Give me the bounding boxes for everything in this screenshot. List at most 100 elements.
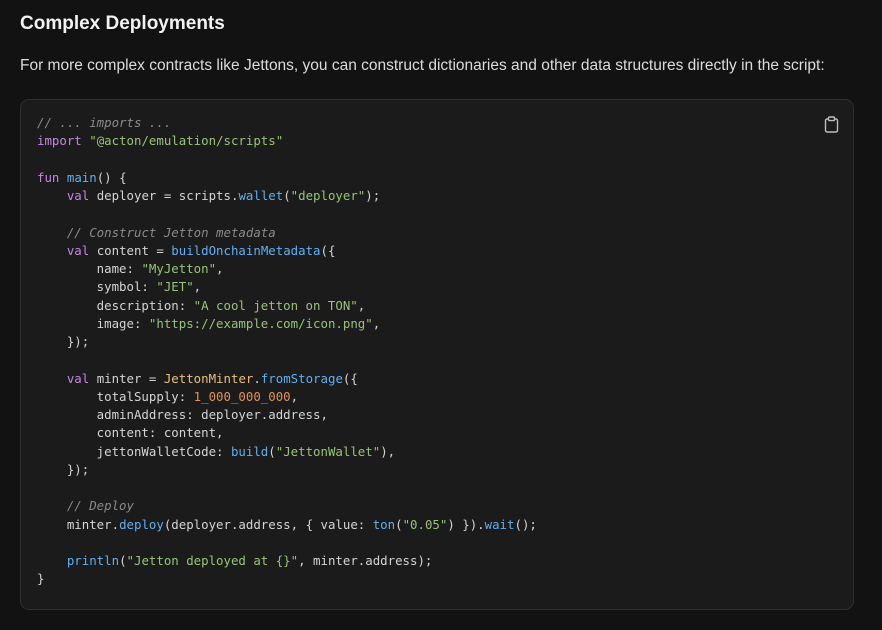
code-token-string: "MyJetton" [141, 261, 217, 276]
code-token-plain: }); [37, 461, 90, 477]
code-token-plain: , [193, 279, 202, 295]
code-line: adminAddress: deployer.address, [37, 406, 537, 424]
code-token-number: 1_000_000_000 [193, 388, 291, 404]
code-token-comment: // Deploy [66, 498, 134, 514]
code-token-plain: symbol: [37, 279, 157, 295]
section-intro: For more complex contracts like Jettons,… [20, 57, 825, 74]
code-line: val content = buildOnchainMetadata({ [37, 242, 537, 260]
code-line: image: "https://example.com/icon.png", [37, 315, 537, 333]
code-token-plain: ); [365, 188, 381, 203]
code-line: symbol: "JET", [37, 278, 537, 296]
code-line: // ... imports ... [37, 114, 537, 132]
code-token-plain: () { [96, 169, 127, 185]
code-line: name: "MyJetton", [37, 260, 537, 278]
code-token-func: main [66, 169, 97, 185]
code-token-plain: totalSupply: [37, 388, 194, 404]
code-token-plain: ( [119, 553, 127, 568]
code-token-keyword: val [66, 242, 90, 258]
code-token-plain: minter = [89, 370, 164, 386]
code-token-keyword: val [66, 188, 90, 203]
code-line: val deployer = scripts.wallet("deployer"… [37, 187, 537, 205]
code-line: content: content, [37, 424, 537, 442]
code-line: // Deploy [37, 497, 537, 515]
code-token-plain: ), [380, 443, 396, 459]
code-token-plain: , [357, 297, 366, 313]
code-line: jettonWalletCode: build("JettonWallet"), [37, 443, 537, 461]
code-token-plain: jettonWalletCode: [37, 443, 231, 459]
code-token-func: buildOnchainMetadata [171, 242, 321, 258]
code-token-plain: } [37, 571, 45, 587]
code-token-plain: ({ [320, 242, 336, 258]
code-token-plain: adminAddress: deployer.address, [37, 407, 328, 422]
code-token-plain: (); [514, 516, 537, 532]
code-token-comment: // Construct Jetton metadata [66, 224, 276, 240]
code-token-type: JettonMinter [163, 370, 254, 386]
code-token-string: "JettonWallet" [275, 443, 381, 459]
code-token-func: build [230, 443, 269, 459]
code-token-keyword: val [66, 370, 90, 386]
code-token-plain: content: content, [37, 425, 224, 441]
code-line: } [37, 570, 537, 588]
code-token-plain: . [253, 370, 261, 386]
code-line: fun main() { [37, 169, 537, 187]
code-token-plain: , [290, 388, 299, 404]
code-token-plain: , minter.address); [298, 553, 433, 568]
code-token-plain: image: [37, 315, 149, 331]
code-token-func: println [66, 553, 120, 568]
code-token-plain: (deployer.address, { value: [163, 516, 373, 532]
code-token-string: "https://example.com/icon.png" [148, 315, 373, 331]
code-line: }); [37, 333, 537, 351]
code-line: totalSupply: 1_000_000_000, [37, 388, 537, 406]
code-token-string: "A cool jetton on TON" [193, 297, 358, 313]
code-token-plain: , [372, 315, 381, 331]
clipboard-icon [824, 115, 838, 133]
code-token-string: "0.05" [402, 516, 448, 532]
code-content: // ... imports ... import "@acton/emulati… [37, 114, 537, 589]
code-token-string: "JET" [156, 279, 194, 295]
code-token-plain: description: [37, 297, 194, 313]
code-line: description: "A cool jetton on TON", [37, 297, 537, 315]
code-token-plain: ( [283, 188, 291, 203]
code-token-plain: name: [37, 261, 142, 276]
code-token-keyword: fun [37, 169, 60, 185]
code-token-plain: ( [395, 516, 403, 532]
code-token-string: "deployer" [290, 188, 366, 203]
code-token-plain: ) }). [447, 516, 485, 532]
code-line: println("Jetton deployed at {}", minter.… [37, 552, 537, 570]
section-heading: Complex Deployments [20, 13, 225, 34]
code-token-func: fromStorage [260, 370, 343, 386]
code-token-comment: // ... imports ... [37, 115, 172, 130]
code-block: // ... imports ... import "@acton/emulati… [20, 99, 854, 610]
code-token-keyword: import [37, 133, 82, 149]
code-token-func: ton [372, 516, 396, 532]
code-token-plain: ( [268, 443, 276, 459]
code-line: val minter = JettonMinter.fromStorage({ [37, 370, 537, 388]
code-line: // Construct Jetton metadata [37, 224, 537, 242]
code-token-string: "Jetton deployed at {}" [126, 553, 299, 568]
code-line: }); [37, 461, 537, 479]
code-token-plain: }); [37, 334, 90, 349]
code-line: minter.deploy(deployer.address, { value:… [37, 516, 537, 534]
code-token-string: "@acton/emulation/scripts" [89, 133, 284, 149]
code-token-func: wallet [238, 188, 284, 203]
copy-code-button[interactable] [821, 114, 841, 134]
code-line: import "@acton/emulation/scripts" [37, 132, 537, 150]
code-token-func: wait [484, 516, 515, 532]
code-token-plain: ({ [342, 370, 358, 386]
code-token-plain: minter. [37, 516, 120, 532]
code-token-plain: deployer = scripts. [89, 188, 239, 203]
code-token-func: deploy [119, 516, 164, 532]
code-token-plain: , [216, 261, 224, 276]
code-token-plain: content = [89, 242, 172, 258]
